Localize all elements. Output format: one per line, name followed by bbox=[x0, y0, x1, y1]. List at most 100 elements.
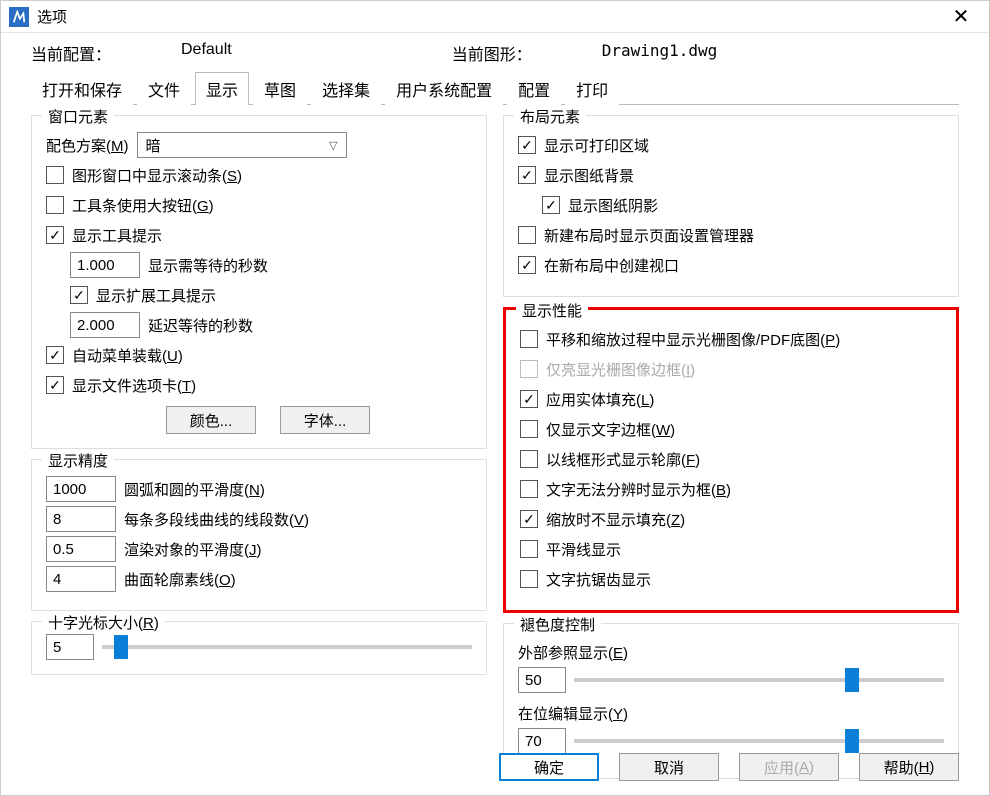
tab-display[interactable]: 显示 bbox=[195, 72, 249, 105]
group-title: 窗口元素 bbox=[42, 106, 114, 127]
lbl-show-paper-bg: 显示图纸背景 bbox=[544, 165, 634, 186]
lbl-pan-zoom-raster: 平移和缩放过程中显示光栅图像/PDF底图(P) bbox=[546, 329, 840, 350]
chk-solid-fill[interactable] bbox=[520, 390, 538, 408]
chk-big-buttons[interactable] bbox=[46, 196, 64, 214]
crosshair-slider[interactable] bbox=[102, 645, 472, 649]
chk-wireframe[interactable] bbox=[520, 450, 538, 468]
lbl-create-viewport: 在新布局中创建视口 bbox=[544, 255, 679, 276]
lbl-solid-fill: 应用实体填充(L) bbox=[546, 389, 654, 410]
current-drawing-value: Drawing1.dwg bbox=[602, 41, 718, 65]
fonts-button[interactable]: 字体... bbox=[280, 406, 370, 434]
chk-page-setup-new[interactable] bbox=[518, 226, 536, 244]
lbl-auto-menu-load: 自动菜单装载(U) bbox=[72, 345, 183, 366]
lbl-text-antialias: 文字抗锯齿显示 bbox=[546, 569, 651, 590]
group-layout-elements: 布局元素 显示可打印区域 显示图纸背景 显示图纸阴影 新建布局时显示页面设置管理… bbox=[503, 115, 959, 297]
slider-thumb[interactable] bbox=[114, 635, 128, 659]
chk-text-antialias[interactable] bbox=[520, 570, 538, 588]
apply-button[interactable]: 应用(A) bbox=[739, 753, 839, 781]
chk-show-paper-bg[interactable] bbox=[518, 166, 536, 184]
lbl-highlight-raster: 仅亮显光栅图像边框(I) bbox=[546, 359, 695, 380]
xref-fade-slider[interactable] bbox=[574, 678, 944, 682]
tab-plot[interactable]: 打印 bbox=[565, 72, 619, 105]
arc-smooth-input[interactable]: 1000 bbox=[46, 476, 116, 502]
chk-show-file-tabs[interactable] bbox=[46, 376, 64, 394]
slider-thumb[interactable] bbox=[845, 668, 859, 692]
dialog-title: 选项 bbox=[37, 6, 67, 27]
lbl-ext-tooltips: 显示扩展工具提示 bbox=[96, 285, 216, 306]
tab-strip: 打开和保存 文件 显示 草图 选择集 用户系统配置 配置 打印 bbox=[31, 69, 959, 105]
ext-delay-input[interactable]: 2.000 bbox=[70, 312, 140, 338]
chk-no-fill-zoom[interactable] bbox=[520, 510, 538, 528]
lbl-big-buttons: 工具条使用大按钮(G) bbox=[72, 195, 214, 216]
polyline-seg-label: 每条多段线曲线的线段数(V) bbox=[124, 509, 309, 530]
cancel-button[interactable]: 取消 bbox=[619, 753, 719, 781]
polyline-seg-input[interactable]: 8 bbox=[46, 506, 116, 532]
current-config-value: Default bbox=[181, 41, 232, 65]
titlebar: 选项 ✕ bbox=[1, 1, 989, 33]
lbl-show-tooltips: 显示工具提示 bbox=[72, 225, 162, 246]
lbl-show-file-tabs: 显示文件选项卡(T) bbox=[72, 375, 196, 396]
render-smooth-label: 渲染对象的平滑度(J) bbox=[124, 539, 262, 560]
info-row: 当前配置： Default 当前图形： Drawing1.dwg bbox=[1, 33, 989, 69]
left-column: 窗口元素 配色方案(M) 暗 ▽ 图形窗口中显示滚动条(S) 工具条使用大按钮(… bbox=[31, 115, 487, 789]
lbl-no-fill-zoom: 缩放时不显示填充(Z) bbox=[546, 509, 685, 530]
app-icon bbox=[9, 7, 29, 27]
tooltip-delay-label: 显示需等待的秒数 bbox=[148, 255, 268, 276]
chk-show-printable[interactable] bbox=[518, 136, 536, 154]
tab-profiles[interactable]: 配置 bbox=[507, 72, 561, 105]
group-title: 十字光标大小(R) bbox=[42, 612, 165, 633]
chk-show-paper-shadow[interactable] bbox=[542, 196, 560, 214]
tab-files[interactable]: 文件 bbox=[137, 72, 191, 105]
chk-create-viewport[interactable] bbox=[518, 256, 536, 274]
chk-text-box[interactable] bbox=[520, 480, 538, 498]
slider-thumb[interactable] bbox=[845, 729, 859, 753]
arc-smooth-label: 圆弧和圆的平滑度(N) bbox=[124, 479, 265, 500]
lbl-page-setup-new: 新建布局时显示页面设置管理器 bbox=[544, 225, 754, 246]
colors-button[interactable]: 颜色... bbox=[166, 406, 256, 434]
chk-ext-tooltips[interactable] bbox=[70, 286, 88, 304]
surface-contour-label: 曲面轮廓素线(O) bbox=[124, 569, 236, 590]
tab-drafting[interactable]: 草图 bbox=[253, 72, 307, 105]
lbl-show-paper-shadow: 显示图纸阴影 bbox=[568, 195, 658, 216]
colorscheme-select[interactable]: 暗 ▽ bbox=[137, 132, 347, 158]
group-window-elements: 窗口元素 配色方案(M) 暗 ▽ 图形窗口中显示滚动条(S) 工具条使用大按钮(… bbox=[31, 115, 487, 449]
chk-auto-menu-load[interactable] bbox=[46, 346, 64, 364]
group-title: 显示性能 bbox=[516, 300, 588, 321]
inplace-fade-label: 在位编辑显示(Y) bbox=[518, 703, 944, 724]
lbl-show-scrollbars: 图形窗口中显示滚动条(S) bbox=[72, 165, 242, 186]
chk-text-boundary[interactable] bbox=[520, 420, 538, 438]
chk-smooth-line[interactable] bbox=[520, 540, 538, 558]
dialog-footer: 确定 取消 应用(A) 帮助(H) bbox=[499, 753, 959, 781]
help-button[interactable]: 帮助(H) bbox=[859, 753, 959, 781]
render-smooth-input[interactable]: 0.5 bbox=[46, 536, 116, 562]
xref-fade-value[interactable]: 50 bbox=[518, 667, 566, 693]
group-title: 布局元素 bbox=[514, 106, 586, 127]
lbl-smooth-line: 平滑线显示 bbox=[546, 539, 621, 560]
chk-show-scrollbars[interactable] bbox=[46, 166, 64, 184]
chk-pan-zoom-raster[interactable] bbox=[520, 330, 538, 348]
ok-button[interactable]: 确定 bbox=[499, 753, 599, 781]
tab-user-prefs[interactable]: 用户系统配置 bbox=[385, 72, 503, 105]
options-dialog: 选项 ✕ 当前配置： Default 当前图形： Drawing1.dwg 打开… bbox=[0, 0, 990, 796]
chk-show-tooltips[interactable] bbox=[46, 226, 64, 244]
colorscheme-label: 配色方案(M) bbox=[46, 135, 129, 156]
current-drawing-label: 当前图形： bbox=[452, 41, 532, 65]
colorscheme-value: 暗 bbox=[146, 135, 161, 156]
ext-delay-label: 延迟等待的秒数 bbox=[148, 315, 253, 336]
lbl-text-box: 文字无法分辨时显示为框(B) bbox=[546, 479, 731, 500]
xref-fade-label: 外部参照显示(E) bbox=[518, 642, 944, 663]
lbl-wireframe: 以线框形式显示轮廓(F) bbox=[546, 449, 700, 470]
close-button[interactable]: ✕ bbox=[941, 4, 981, 29]
crosshair-value[interactable]: 5 bbox=[46, 634, 94, 660]
current-config-label: 当前配置： bbox=[31, 41, 131, 65]
inplace-fade-slider[interactable] bbox=[574, 739, 944, 743]
right-column: 布局元素 显示可打印区域 显示图纸背景 显示图纸阴影 新建布局时显示页面设置管理… bbox=[503, 115, 959, 789]
inplace-fade-value[interactable]: 70 bbox=[518, 728, 566, 754]
surface-contour-input[interactable]: 4 bbox=[46, 566, 116, 592]
chevron-down-icon: ▽ bbox=[329, 139, 337, 152]
tab-open-save[interactable]: 打开和保存 bbox=[31, 72, 133, 105]
tooltip-delay-input[interactable]: 1.000 bbox=[70, 252, 140, 278]
tab-selection[interactable]: 选择集 bbox=[311, 72, 381, 105]
group-display-performance: 显示性能 平移和缩放过程中显示光栅图像/PDF底图(P) 仅亮显光栅图像边框(I… bbox=[503, 307, 959, 613]
lbl-text-boundary: 仅显示文字边框(W) bbox=[546, 419, 675, 440]
